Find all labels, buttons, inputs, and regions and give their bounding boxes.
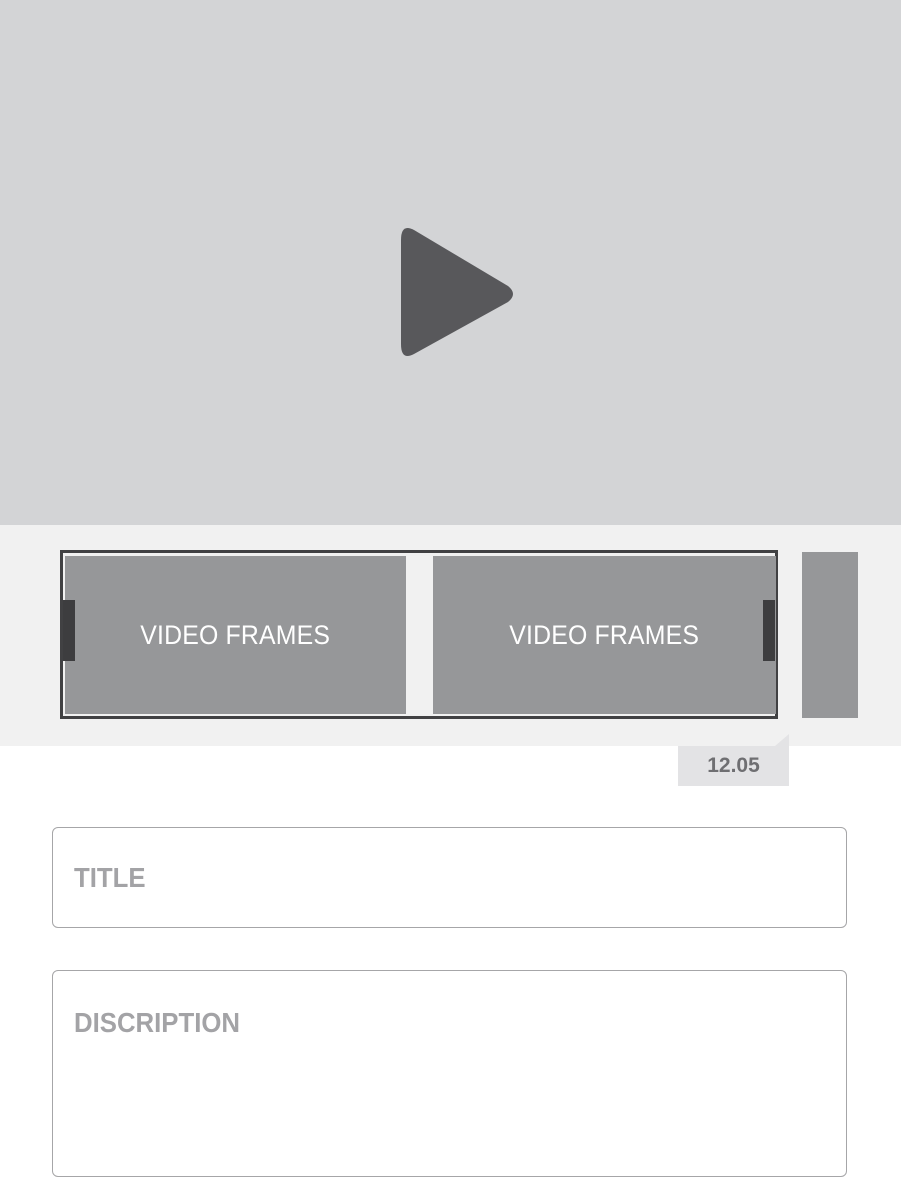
trim-handle-left[interactable] [63, 600, 75, 661]
video-frames-label: VIDEO FRAMES [509, 619, 700, 650]
video-player[interactable] [0, 0, 901, 525]
play-button[interactable] [396, 226, 520, 360]
timeline: VIDEO FRAMES VIDEO FRAMES [0, 525, 901, 746]
video-frames-label: VIDEO FRAMES [140, 619, 331, 650]
description-placeholder: DISCRIPTION [74, 1007, 241, 1038]
video-frames-strip: VIDEO FRAMES [65, 556, 406, 714]
trim-selection[interactable]: VIDEO FRAMES VIDEO FRAMES [60, 550, 778, 719]
time-indicator: 12.05 [678, 734, 789, 786]
video-frame-thumbnail [802, 552, 858, 718]
play-icon [401, 227, 513, 357]
video-frames-strip: VIDEO FRAMES [433, 556, 776, 714]
title-placeholder: TITLE [74, 862, 146, 893]
time-value: 12.05 [707, 754, 760, 777]
trim-handle-right[interactable] [763, 600, 775, 661]
title-input[interactable]: TITLE [52, 827, 847, 928]
description-input[interactable]: DISCRIPTION [52, 970, 847, 1177]
